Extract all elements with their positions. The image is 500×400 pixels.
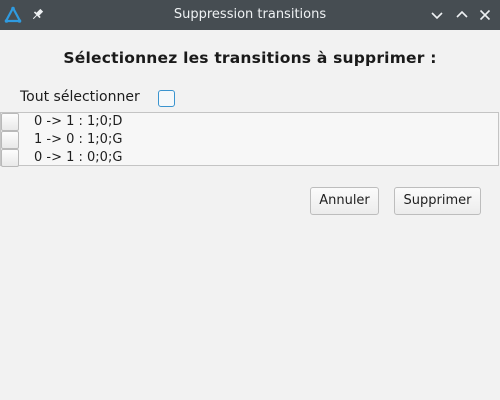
select-all-checkbox[interactable] xyxy=(158,90,175,107)
list-item[interactable]: 1 -> 0 : 1;0;G xyxy=(1,131,498,149)
window-title: Suppression transitions xyxy=(173,7,327,22)
delete-button[interactable]: Supprimer xyxy=(394,187,481,215)
dialog-heading: Sélectionnez les transitions à supprimer… xyxy=(63,49,437,67)
title-bar[interactable]: Suppression transitions xyxy=(0,0,500,30)
transition-label: 0 -> 1 : 0;0;G xyxy=(34,150,123,165)
transition-label: 1 -> 0 : 1;0;G xyxy=(34,132,123,147)
transitions-list: 0 -> 1 : 1;0;D 1 -> 0 : 1;0;G 0 -> 1 : 0… xyxy=(0,112,499,167)
list-item[interactable]: 0 -> 1 : 1;0;D xyxy=(1,113,498,131)
close-icon[interactable] xyxy=(476,6,494,24)
list-item[interactable]: 0 -> 1 : 0;0;G xyxy=(1,149,498,167)
transition-checkbox[interactable] xyxy=(1,149,19,167)
chevron-down-icon[interactable] xyxy=(428,6,446,24)
cancel-button[interactable]: Annuler xyxy=(310,187,379,215)
select-all-label: Tout sélectionner xyxy=(20,89,140,105)
transition-checkbox[interactable] xyxy=(1,131,19,149)
dialog-window: Suppression transitions Sélectionnez les… xyxy=(0,0,500,400)
chevron-up-icon[interactable] xyxy=(453,6,471,24)
transition-label: 0 -> 1 : 1;0;D xyxy=(34,114,123,129)
transition-checkbox[interactable] xyxy=(1,113,19,131)
